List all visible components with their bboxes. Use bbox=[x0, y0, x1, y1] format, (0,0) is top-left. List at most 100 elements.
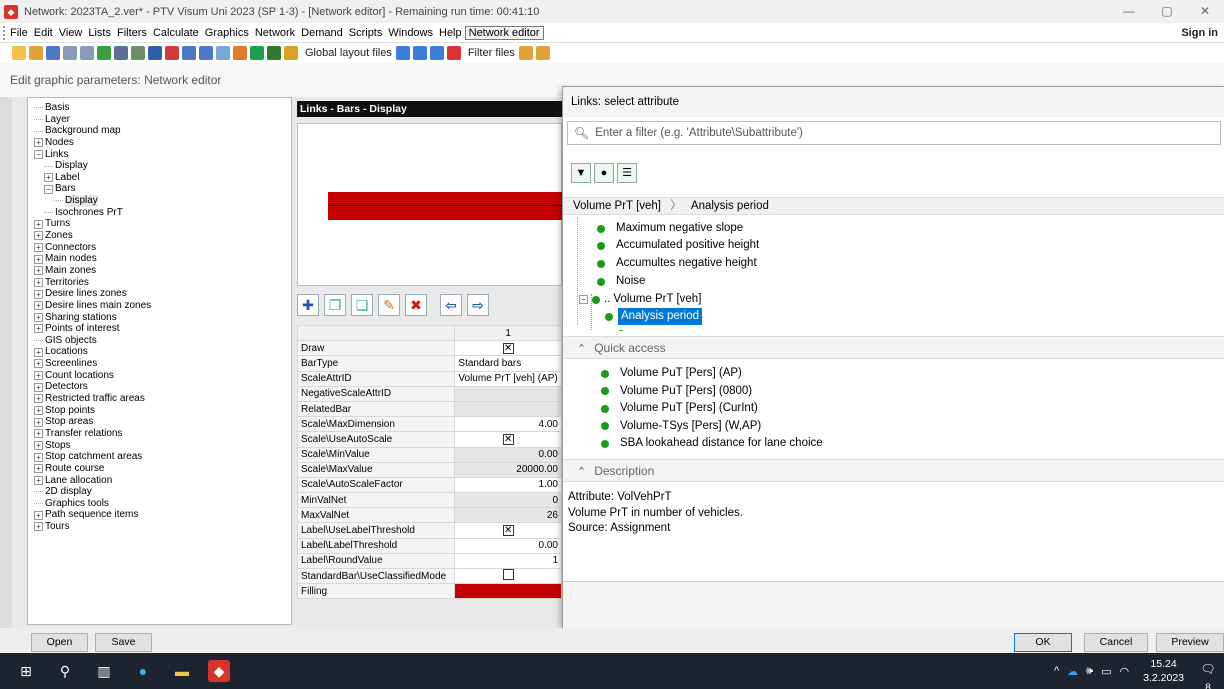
sort-list-icon[interactable]: ☰ bbox=[617, 163, 637, 183]
quick-access-item[interactable]: Volume-TSys [Pers] (W,AP) bbox=[601, 418, 823, 436]
paint-icon[interactable] bbox=[233, 46, 247, 60]
tree-item[interactable]: + Stops bbox=[34, 440, 291, 452]
expand-icon[interactable]: + bbox=[34, 475, 43, 485]
expand-icon[interactable]: + bbox=[34, 347, 43, 357]
task-view-icon[interactable]: ▥ bbox=[91, 658, 117, 684]
tree-item[interactable]: + Route course bbox=[34, 463, 291, 475]
tree-item[interactable]: + Desire lines main zones bbox=[34, 300, 291, 312]
menu-view[interactable]: View bbox=[56, 27, 86, 39]
tree-item[interactable]: + Screenlines bbox=[34, 358, 291, 370]
column-header-1[interactable]: 1 bbox=[454, 324, 562, 342]
global-layout-files-dropdown[interactable]: Global layout files bbox=[305, 47, 392, 59]
map-icon[interactable] bbox=[267, 46, 281, 60]
breadcrumb-item-analysis[interactable]: Analysis period bbox=[691, 200, 769, 212]
speaker-icon[interactable]: 🕪 bbox=[1086, 665, 1093, 678]
quick-access-header[interactable]: ⌃ Quick access bbox=[563, 336, 1224, 359]
attribute-filter-input[interactable]: 🔍︎ Enter a filter (e.g. 'Attribute\Subat… bbox=[567, 121, 1221, 145]
expand-icon[interactable]: + bbox=[34, 371, 43, 381]
menu-file[interactable]: File bbox=[7, 27, 31, 39]
grid-value-cell[interactable] bbox=[454, 400, 562, 418]
grid-value-cell[interactable] bbox=[454, 385, 562, 402]
menu-scripts[interactable]: Scripts bbox=[346, 27, 386, 39]
move-right-icon[interactable]: ⇨ bbox=[467, 294, 489, 316]
checkbox[interactable] bbox=[502, 569, 514, 581]
tree-item[interactable]: Isochrones PrT bbox=[34, 207, 291, 219]
sign-in-link[interactable]: Sign in bbox=[1181, 27, 1218, 39]
expand-icon[interactable]: + bbox=[34, 138, 43, 148]
list-item[interactable]: Accumulated positive height bbox=[597, 237, 759, 254]
grid-value-cell[interactable]: 4.00 bbox=[454, 416, 562, 433]
close-button[interactable]: ✕ bbox=[1186, 0, 1224, 23]
restore-button[interactable]: ▢ bbox=[1148, 0, 1186, 23]
tree-item[interactable]: Display bbox=[34, 195, 291, 207]
circle-icon[interactable] bbox=[250, 46, 264, 60]
menu-network[interactable]: Network bbox=[252, 27, 298, 39]
redo-icon[interactable] bbox=[80, 46, 94, 60]
filter-icon[interactable] bbox=[446, 46, 461, 60]
menu-filters[interactable]: Filters bbox=[114, 27, 150, 39]
tree-item[interactable]: GIS objects bbox=[34, 335, 291, 347]
tree-item[interactable]: + Stop catchment areas bbox=[34, 451, 291, 463]
tree-item[interactable]: + Stop points bbox=[34, 405, 291, 417]
grid-value-cell[interactable]: 0.00 bbox=[454, 446, 562, 463]
expand-icon[interactable]: + bbox=[34, 254, 43, 264]
tree-item[interactable]: + Sharing stations bbox=[34, 312, 291, 324]
checkbox[interactable]: ✕ bbox=[502, 433, 514, 445]
grid-value-cell[interactable]: 1 bbox=[454, 552, 562, 570]
duplicate-icon[interactable]: ❐ bbox=[324, 294, 346, 316]
checkbox[interactable]: ✕ bbox=[502, 342, 514, 354]
expand-icon[interactable]: + bbox=[34, 266, 43, 276]
grid-value-cell[interactable] bbox=[454, 567, 562, 585]
columns-icon[interactable] bbox=[429, 46, 444, 60]
tree-item[interactable]: Background map bbox=[34, 125, 291, 137]
tree-item[interactable]: − Bars bbox=[34, 183, 291, 195]
minimize-button[interactable]: — bbox=[1110, 0, 1148, 23]
tree-item[interactable]: + Path sequence items bbox=[34, 509, 291, 521]
open-file-icon[interactable] bbox=[29, 46, 43, 60]
breadcrumb-item-volume[interactable]: Volume PrT [veh] bbox=[573, 200, 661, 212]
undo-icon[interactable] bbox=[63, 46, 77, 60]
expand-icon[interactable]: + bbox=[34, 301, 43, 311]
grid-value-cell[interactable]: ✕ bbox=[454, 431, 562, 448]
window-layout-icon[interactable] bbox=[395, 46, 410, 60]
filter-funnel-icon[interactable]: ▼ bbox=[571, 163, 591, 183]
grid-value-cell[interactable]: Standard bars bbox=[454, 355, 562, 372]
rainbow-icon[interactable] bbox=[284, 46, 298, 60]
tree-item[interactable]: + Stop areas bbox=[34, 416, 291, 428]
list-item[interactable]: Accumultes negative height bbox=[597, 255, 757, 272]
new-file-icon[interactable] bbox=[12, 46, 26, 60]
tree-item[interactable]: Layer bbox=[34, 114, 291, 126]
expand-icon[interactable]: + bbox=[34, 464, 43, 474]
expand-icon[interactable]: + bbox=[34, 452, 43, 462]
cancel-button[interactable]: Cancel bbox=[1084, 633, 1148, 652]
add-icon[interactable]: ✚ bbox=[297, 294, 319, 316]
move-left-icon[interactable]: ⇦ bbox=[440, 294, 462, 316]
onedrive-icon[interactable]: ☁ bbox=[1067, 665, 1078, 678]
tree-item[interactable]: + Detectors bbox=[34, 381, 291, 393]
expand-icon[interactable]: + bbox=[34, 417, 43, 427]
quick-access-item[interactable]: Volume PuT [Pers] (CurInt) bbox=[601, 400, 823, 418]
copy-column-icon[interactable]: ❏ bbox=[351, 294, 373, 316]
filter-files-dropdown[interactable]: Filter files bbox=[468, 47, 515, 59]
ok-button[interactable]: OK bbox=[1014, 633, 1072, 652]
visum-taskbar-icon[interactable]: ◆ bbox=[208, 660, 230, 682]
tree-item[interactable]: Basis bbox=[34, 102, 291, 114]
tree-item[interactable]: + Lane allocation bbox=[34, 475, 291, 487]
grid-value-cell[interactable]: 20000.00 bbox=[454, 461, 562, 478]
tree-item[interactable]: + Zones bbox=[34, 230, 291, 242]
expand-icon[interactable]: + bbox=[34, 289, 43, 299]
expand-icon[interactable]: + bbox=[34, 219, 43, 229]
tree-item[interactable]: + Nodes bbox=[34, 137, 291, 149]
list-icon[interactable] bbox=[182, 46, 196, 60]
run-icon[interactable] bbox=[97, 46, 111, 60]
expand-icon[interactable]: + bbox=[34, 277, 43, 287]
collapse-icon[interactable]: − bbox=[44, 184, 53, 194]
tree-item[interactable]: Graphics tools bbox=[34, 498, 291, 510]
menu-lists[interactable]: Lists bbox=[85, 27, 114, 39]
tree-item[interactable]: + Territories bbox=[34, 277, 291, 289]
menu-graphics[interactable]: Graphics bbox=[202, 27, 252, 39]
list-item-partial[interactable] bbox=[617, 325, 636, 331]
expand-icon[interactable]: + bbox=[34, 510, 43, 520]
search-icon[interactable]: ⚲ bbox=[52, 658, 78, 684]
menu-demand[interactable]: Demand bbox=[298, 27, 346, 39]
